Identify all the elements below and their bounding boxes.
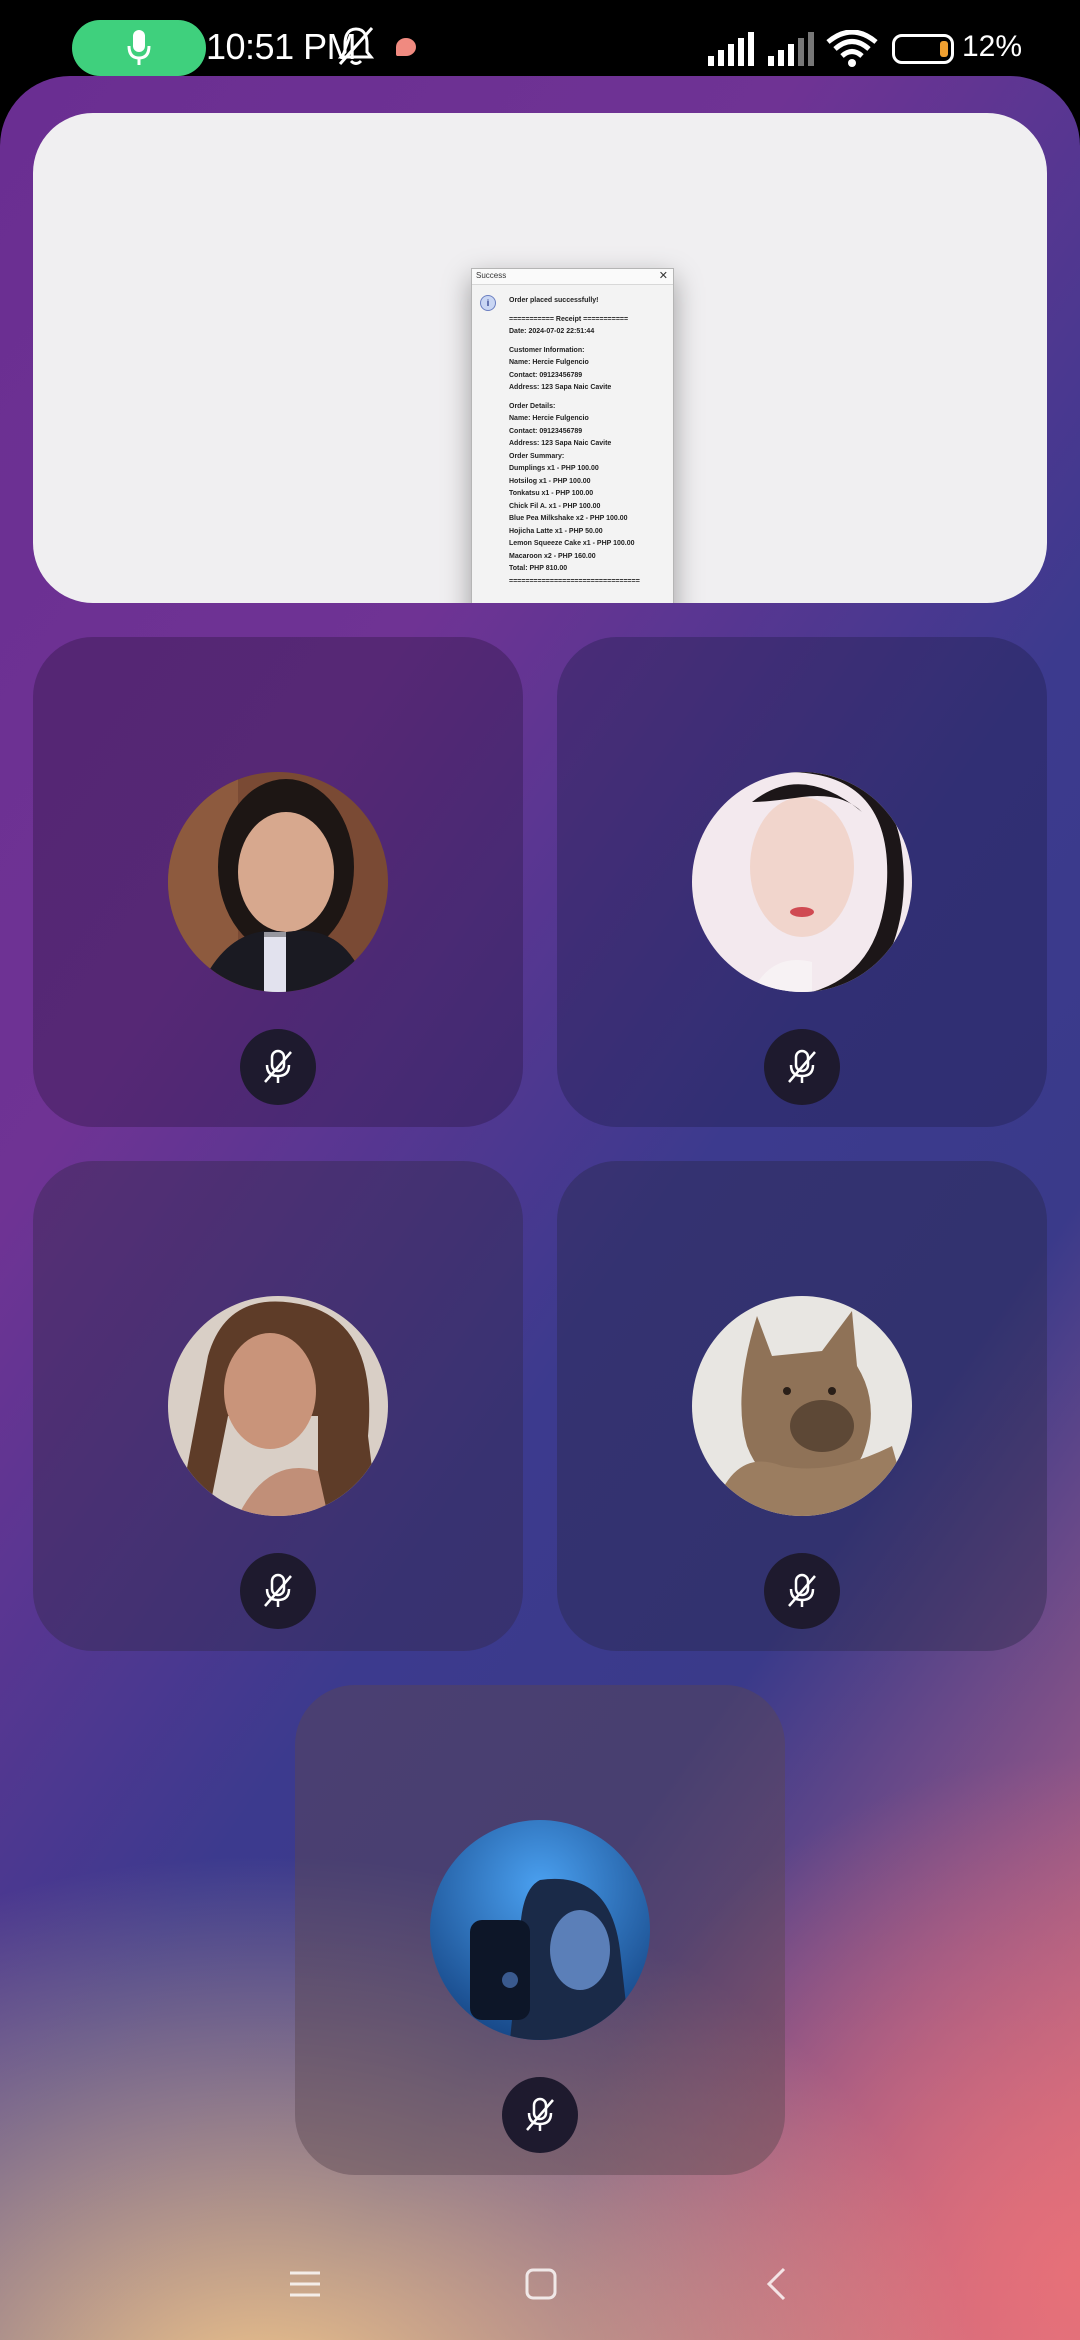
avatar [692,772,912,992]
order-header: Order Details: [509,402,556,410]
active-call-mic-indicator[interactable] [72,20,206,76]
signal-icon [708,32,754,66]
mic-muted-icon [526,2097,554,2131]
participant-tile-self[interactable] [295,1685,785,2175]
battery-level [940,41,948,57]
order-total: Total: PHP 810.00 [509,565,568,572]
info-icon: i [480,295,496,311]
receipt-footer-rule: ================================ [509,577,640,585]
back-icon[interactable] [764,2266,788,2302]
order-address: Address: 123 Sapa Naic Cavite [509,440,612,447]
home-icon[interactable] [525,2268,557,2300]
order-item: Hojicha Latte x1 - PHP 50.00 [509,527,603,535]
mic-muted-icon [264,1573,292,1607]
mute-button[interactable] [240,1553,316,1629]
order-contact: Contact: 09123456789 [509,427,583,435]
mic-muted-icon [788,1049,816,1083]
mute-button[interactable] [764,1553,840,1629]
mute-button[interactable] [764,1029,840,1105]
mute-button[interactable] [502,2077,578,2153]
battery-percent: 12% [962,30,1023,63]
order-item: Chick Fil A. x1 - PHP 100.00 [509,502,601,510]
bell-muted-icon [337,27,375,65]
mic-icon [127,30,151,65]
customer-address: Address: 123 Sapa Naic Cavite [509,384,612,391]
mic-muted-icon [788,1573,816,1607]
order-item: Lemon Squeeze Cake x1 - PHP 100.00 [509,540,635,547]
receipt-text: Order placed successfully! =========== R… [509,295,671,588]
customer-name: Name: Hercie Fulgencio [509,359,589,366]
chat-bubble-icon [396,38,416,56]
participant-tile[interactable] [33,1161,523,1651]
screen-share-tile[interactable]: Success ✕ i Order placed successfully! =… [33,113,1047,603]
order-item: Tonkatsu x1 - PHP 100.00 [509,490,594,497]
dialog-titlebar: Success ✕ [472,269,673,285]
order-item: Dumplings x1 - PHP 100.00 [509,465,599,472]
order-name: Name: Hercie Fulgencio [509,415,589,422]
receipt-header: =========== Receipt =========== [509,315,629,323]
clock: 10:51 PM [206,26,357,67]
avatar [692,1296,912,1516]
summary-header: Order Summary: [509,452,565,460]
signal-icon [768,32,814,66]
customer-header: Customer Information: [509,346,585,354]
mute-button[interactable] [240,1029,316,1105]
menu-icon[interactable] [288,2270,322,2298]
order-item: Hotsilog x1 - PHP 100.00 [509,477,591,485]
avatar [430,1820,650,2040]
order-item: Macaroon x2 - PHP 160.00 [509,552,596,560]
participant-tile[interactable] [33,637,523,1127]
success-dialog: Success ✕ i Order placed successfully! =… [471,268,674,603]
customer-contact: Contact: 09123456789 [509,371,583,379]
dialog-message: Order placed successfully! [509,297,599,304]
dialog-title: Success [476,271,507,280]
battery-icon [892,34,954,64]
order-item: Blue Pea Milkshake x2 - PHP 100.00 [509,515,628,522]
avatar [168,1296,388,1516]
avatar [168,772,388,992]
close-icon: ✕ [658,270,668,282]
mic-muted-icon [264,1049,292,1083]
participant-tile[interactable] [557,637,1047,1127]
navigation-bar [0,2220,1080,2340]
receipt-date: Date: 2024-07-02 22:51:44 [509,328,595,335]
participant-tile[interactable] [557,1161,1047,1651]
wifi-icon [826,30,878,67]
